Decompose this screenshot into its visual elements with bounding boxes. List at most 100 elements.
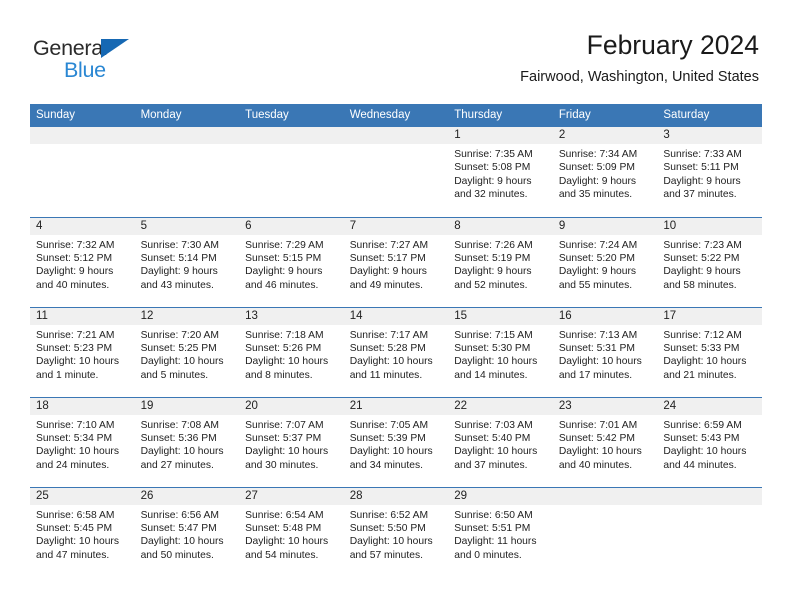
daylight-text-line2: and 47 minutes. <box>36 549 110 561</box>
day-cell[interactable]: 18 Sunrise: 7:10 AM Sunset: 5:34 PM Dayligh… <box>30 396 135 487</box>
sunset-text: Sunset: 5:08 PM <box>454 162 531 174</box>
day-cell[interactable]: 6 Sunrise: 7:29 AM Sunset: 5:15 PM Daylight… <box>239 216 344 307</box>
daylight-text-line2: and 43 minutes. <box>140 279 214 291</box>
day-number: 7 <box>343 217 449 235</box>
day-number: 29 <box>448 487 553 505</box>
sunrise-text: Sunrise: 7:23 AM <box>663 239 742 251</box>
day-cell[interactable]: 23 Sunrise: 7:01 AM Sunset: 5:42 PM Dayligh… <box>552 396 658 487</box>
day-number: 2 <box>552 127 658 144</box>
daylight-text-line2: and 37 minutes. <box>454 459 528 471</box>
sunset-text: Sunset: 5:42 PM <box>558 432 635 444</box>
daylight-text-line2: and 24 minutes. <box>36 459 110 471</box>
day-cell[interactable]: 7 Sunrise: 7:27 AM Sunset: 5:17 PM Daylight… <box>343 216 449 307</box>
daylight-text-line1: Daylight: 9 hours <box>454 266 532 278</box>
day-cell[interactable]: 9 Sunrise: 7:24 AM Sunset: 5:20 PM Daylight… <box>552 216 658 307</box>
sunrise-text: Sunrise: 7:20 AM <box>140 329 219 341</box>
weekday-header-sunday: Sunday <box>30 104 135 127</box>
day-cell[interactable]: 25 Sunrise: 6:58 AM Sunset: 5:45 PM Dayligh… <box>30 486 135 577</box>
day-cell[interactable]: 16 Sunrise: 7:13 AM Sunset: 5:31 PM Dayligh… <box>552 306 658 397</box>
general-blue-logo[interactable]: General Blue <box>33 36 163 88</box>
day-number: 28 <box>343 487 449 505</box>
sunset-text: Sunset: 5:47 PM <box>140 522 217 534</box>
sunrise-text: Sunrise: 7:07 AM <box>245 419 324 431</box>
day-cell[interactable]: 10 Sunrise: 7:23 AM Sunset: 5:22 PM Dayligh… <box>657 216 762 307</box>
day-cell[interactable]: 4 Sunrise: 7:32 AM Sunset: 5:12 PM Daylight… <box>30 216 135 307</box>
daylight-text-line1: Daylight: 10 hours <box>245 446 329 458</box>
daylight-text-line2: and 58 minutes. <box>663 279 737 291</box>
sunset-text: Sunset: 5:34 PM <box>36 432 113 444</box>
day-cell[interactable]: 2 Sunrise: 7:34 AM Sunset: 5:09 PM Daylight… <box>552 127 658 217</box>
sunrise-text: Sunrise: 7:35 AM <box>454 149 533 160</box>
calendar-week-row: 11 Sunrise: 7:21 AM Sunset: 5:23 PM Dayligh… <box>30 306 762 397</box>
sunrise-text: Sunrise: 6:59 AM <box>663 419 742 431</box>
day-cell[interactable]: 21 Sunrise: 7:05 AM Sunset: 5:39 PM Dayligh… <box>343 396 449 487</box>
daylight-text-line1: Daylight: 9 hours <box>663 175 741 187</box>
day-cell[interactable]: 5 Sunrise: 7:30 AM Sunset: 5:14 PM Daylight… <box>134 216 240 307</box>
daylight-text-line1: Daylight: 10 hours <box>140 446 224 458</box>
sunrise-text: Sunrise: 7:12 AM <box>663 329 742 341</box>
day-number: 26 <box>134 487 240 505</box>
sunrise-text: Sunrise: 7:08 AM <box>140 419 219 431</box>
day-number: 1 <box>448 127 553 144</box>
day-cell[interactable]: 20 Sunrise: 7:07 AM Sunset: 5:37 PM Dayligh… <box>239 396 344 487</box>
daylight-text-line2: and 46 minutes. <box>245 279 319 291</box>
day-cell[interactable]: 3 Sunrise: 7:33 AM Sunset: 5:11 PM Daylight… <box>657 127 762 217</box>
day-details: Sunrise: 7:33 AM Sunset: 5:11 PM Daylight:… <box>657 144 762 202</box>
sunset-text: Sunset: 5:19 PM <box>454 252 531 264</box>
sunrise-text: Sunrise: 7:29 AM <box>245 239 324 251</box>
sunset-text: Sunset: 5:40 PM <box>454 432 531 444</box>
day-details: Sunrise: 7:29 AM Sunset: 5:15 PM Daylight:… <box>239 235 344 293</box>
daylight-text-line2: and 8 minutes. <box>245 369 313 381</box>
day-details: Sunrise: 7:24 AM Sunset: 5:20 PM Daylight:… <box>553 235 658 293</box>
daylight-text-line1: Daylight: 10 hours <box>36 536 119 548</box>
daylight-text-line1: Daylight: 10 hours <box>245 356 329 368</box>
day-cell[interactable]: 1 Sunrise: 7:35 AM Sunset: 5:08 PM Daylight… <box>448 127 553 217</box>
day-cell-empty <box>30 127 135 217</box>
sunset-text: Sunset: 5:09 PM <box>558 162 635 174</box>
title-block: February 2024 Fairwood, Washington, Unit… <box>520 28 759 88</box>
day-cell[interactable]: 12 Sunrise: 7:20 AM Sunset: 5:25 PM Dayligh… <box>134 306 240 397</box>
day-number: 5 <box>134 217 240 235</box>
daylight-text-line1: Daylight: 9 hours <box>454 175 532 187</box>
day-cell[interactable]: 15 Sunrise: 7:15 AM Sunset: 5:30 PM Dayligh… <box>448 306 553 397</box>
day-details: Sunrise: 6:59 AM Sunset: 5:43 PM Daylight:… <box>657 415 762 473</box>
daylight-text-line1: Daylight: 10 hours <box>140 536 224 548</box>
sunrise-text: Sunrise: 7:34 AM <box>558 149 638 160</box>
day-details: Sunrise: 7:23 AM Sunset: 5:22 PM Daylight:… <box>657 235 762 293</box>
weekday-header-tuesday: Tuesday <box>239 104 344 127</box>
sunset-text: Sunset: 5:39 PM <box>349 432 426 444</box>
sunset-text: Sunset: 5:23 PM <box>36 342 113 354</box>
sunset-text: Sunset: 5:22 PM <box>663 252 740 264</box>
day-cell[interactable]: 26 Sunrise: 6:56 AM Sunset: 5:47 PM Dayligh… <box>134 486 240 577</box>
day-cell[interactable]: 27 Sunrise: 6:54 AM Sunset: 5:48 PM Dayligh… <box>239 486 344 577</box>
day-cell[interactable]: 8 Sunrise: 7:26 AM Sunset: 5:19 PM Daylight… <box>448 216 553 307</box>
sunrise-text: Sunrise: 7:03 AM <box>454 419 533 431</box>
daylight-text-line1: Daylight: 11 hours <box>454 536 537 548</box>
day-cell[interactable]: 17 Sunrise: 7:12 AM Sunset: 5:33 PM Dayligh… <box>657 306 762 397</box>
daylight-text-line1: Daylight: 10 hours <box>349 356 433 368</box>
sunrise-text: Sunrise: 7:17 AM <box>349 329 429 341</box>
day-cell[interactable]: 29 Sunrise: 6:50 AM Sunset: 5:51 PM Dayligh… <box>448 486 553 577</box>
daylight-text-line2: and 27 minutes. <box>140 459 214 471</box>
daylight-text-line1: Daylight: 10 hours <box>454 446 538 458</box>
day-details: Sunrise: 7:10 AM Sunset: 5:34 PM Daylight:… <box>30 415 135 473</box>
daylight-text-line1: Daylight: 9 hours <box>245 266 323 278</box>
day-cell[interactable]: 14 Sunrise: 7:17 AM Sunset: 5:28 PM Dayligh… <box>343 306 449 397</box>
day-cell[interactable]: 28 Sunrise: 6:52 AM Sunset: 5:50 PM Dayligh… <box>343 486 449 577</box>
day-cell[interactable]: 22 Sunrise: 7:03 AM Sunset: 5:40 PM Dayligh… <box>448 396 553 487</box>
sunrise-text: Sunrise: 6:52 AM <box>349 509 429 521</box>
day-cell[interactable]: 13 Sunrise: 7:18 AM Sunset: 5:26 PM Dayligh… <box>239 306 344 397</box>
day-cell[interactable]: 19 Sunrise: 7:08 AM Sunset: 5:36 PM Dayligh… <box>134 396 240 487</box>
day-details: Sunrise: 7:12 AM Sunset: 5:33 PM Daylight:… <box>657 325 762 383</box>
sunset-text: Sunset: 5:50 PM <box>349 522 426 534</box>
day-number: 15 <box>448 307 553 325</box>
daylight-text-line2: and 52 minutes. <box>454 279 528 291</box>
sunrise-text: Sunrise: 7:27 AM <box>349 239 429 251</box>
day-cell[interactable]: 11 Sunrise: 7:21 AM Sunset: 5:23 PM Dayligh… <box>30 306 135 397</box>
daylight-text-line2: and 54 minutes. <box>245 549 319 561</box>
page-header: General Blue February 2024 Fairwood, Was… <box>33 28 759 100</box>
sunset-text: Sunset: 5:26 PM <box>245 342 322 354</box>
daylight-text-line2: and 11 minutes. <box>349 369 423 381</box>
day-number: 4 <box>30 217 135 235</box>
day-cell[interactable]: 24 Sunrise: 6:59 AM Sunset: 5:43 PM Dayligh… <box>657 396 762 487</box>
